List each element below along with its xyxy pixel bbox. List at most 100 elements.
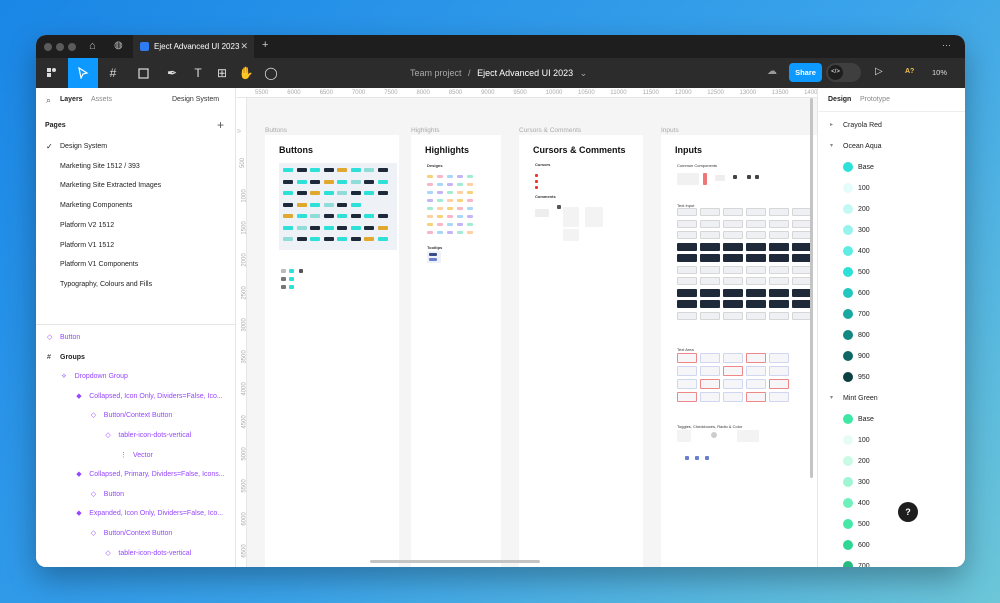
frame-label-cursors[interactable]: Cursors & Comments — [519, 127, 581, 134]
pen-tool-icon[interactable]: ✒ — [161, 58, 183, 88]
help-button[interactable]: ? — [898, 502, 918, 522]
rectangle-tool-icon[interactable] — [132, 58, 154, 88]
page-item[interactable]: Marketing Site 1512 / 393 — [36, 157, 235, 177]
color-style-item[interactable]: Base — [818, 157, 965, 178]
color-style-item[interactable]: 200 — [818, 451, 965, 472]
tab-layers[interactable]: Layers — [60, 96, 83, 103]
zoom-level[interactable]: 10% — [932, 68, 947, 77]
layer-item[interactable]: ◆ Collapsed, Primary, Dividers=False, Ico… — [36, 465, 235, 485]
frame-buttons[interactable]: Buttons — [265, 135, 399, 567]
color-style-item[interactable]: 400 — [818, 493, 965, 514]
frame-highlights[interactable]: Highlights Designs Tooltips — [411, 135, 501, 567]
present-icon[interactable]: ▷ — [875, 66, 883, 77]
color-style-item[interactable]: 500 — [818, 262, 965, 283]
layer-item[interactable]: ⋮ Vector — [36, 446, 235, 466]
frame-label-highlights[interactable]: Highlights — [411, 127, 440, 134]
page-item[interactable]: ✓ Design System — [36, 137, 235, 157]
globe-icon[interactable]: ◍ — [114, 40, 123, 51]
ai-icon[interactable]: A? — [905, 68, 914, 75]
color-style-item[interactable]: Base — [818, 409, 965, 430]
page-item[interactable]: Typography, Colours and Fills — [36, 275, 235, 295]
layer-item[interactable]: ◆ Expanded, Icon Only, Dividers=False, Ic… — [36, 504, 235, 524]
tab-prototype[interactable]: Prototype — [860, 96, 890, 103]
highlight-thumbnail — [447, 215, 453, 218]
color-style-item[interactable]: 600 — [818, 283, 965, 304]
ruler-tick-label: 13000 — [739, 90, 757, 96]
horizontal-scrollbar[interactable] — [370, 560, 540, 563]
text-input-thumbnail — [700, 242, 720, 251]
layer-item[interactable]: ◇ Button — [36, 485, 235, 505]
move-tool-icon[interactable] — [68, 58, 98, 88]
file-tab[interactable]: Eject Advanced UI 2023 ✕ — [133, 35, 254, 58]
page-item[interactable]: Platform V1 1512 — [36, 236, 235, 256]
layer-item[interactable]: ◇ Button — [36, 328, 235, 348]
color-style-item[interactable]: 100 — [818, 430, 965, 451]
color-style-item[interactable]: 500 — [818, 514, 965, 535]
color-swatch — [843, 330, 853, 340]
close-tab-icon[interactable]: ✕ — [240, 35, 248, 58]
hand-tool-icon[interactable]: ✋ — [235, 58, 257, 88]
home-icon[interactable]: ⌂ — [89, 40, 96, 52]
share-button[interactable]: Share — [789, 63, 822, 82]
layer-item[interactable]: # Groups — [36, 348, 235, 368]
layer-item[interactable]: ◇ tabler-icon-dots-vertical — [36, 544, 235, 564]
color-style-item[interactable]: 300 — [818, 220, 965, 241]
tab-design[interactable]: Design — [828, 96, 851, 103]
frame-cursors-comments[interactable]: Cursors & Comments Cursors Comments — [519, 135, 643, 567]
project-link[interactable]: Team project — [410, 68, 462, 78]
layer-item[interactable]: ⟡ Dropdown Group — [36, 367, 235, 387]
button-thumbnail — [323, 237, 334, 241]
color-style-item[interactable]: 600 — [818, 535, 965, 556]
comment-tool-icon[interactable]: ◯ — [260, 58, 282, 88]
color-style-item[interactable]: 700 — [818, 556, 965, 567]
canvas[interactable]: 5500 6000 6500 7000 7500 8000 8500 9000 9500 1000… — [237, 88, 817, 567]
ruler-tick-label: 9000 — [481, 90, 495, 96]
page-item[interactable]: Platform V1 Components — [36, 255, 235, 275]
layer-item[interactable]: ◆ Collapsed, Icon Only, Dividers=False, I… — [36, 387, 235, 407]
more-icon[interactable]: ··· — [942, 40, 951, 50]
page-item[interactable]: Marketing Site Extracted Images — [36, 176, 235, 196]
color-style-item[interactable]: 800 — [818, 325, 965, 346]
layer-item[interactable]: ◇ Button/Context Button — [36, 524, 235, 544]
vertical-scrollbar[interactable] — [810, 98, 813, 478]
color-group-header[interactable]: ▾ Ocean Aqua — [818, 136, 965, 157]
file-name[interactable]: Eject Advanced UI 2023 — [477, 68, 573, 78]
page-item[interactable]: Marketing Components — [36, 196, 235, 216]
color-group-header[interactable]: ▸ Crayola Red — [818, 115, 965, 136]
page-item[interactable]: Platform V2 1512 — [36, 216, 235, 236]
add-page-button[interactable]: + — [217, 118, 224, 132]
frame-label-inputs[interactable]: Inputs — [661, 127, 679, 134]
frame-label-buttons[interactable]: Buttons — [265, 127, 287, 134]
window-close-dot[interactable] — [44, 43, 52, 51]
window-zoom-dot[interactable] — [68, 43, 76, 51]
button-thumbnail — [337, 202, 347, 207]
color-style-label: 200 — [858, 458, 870, 465]
text-tool-icon[interactable]: T — [187, 58, 209, 88]
color-style-item[interactable]: 100 — [818, 178, 965, 199]
dev-mode-toggle[interactable]: </> — [826, 63, 861, 82]
chevron-down-icon[interactable]: ⌄ — [580, 68, 588, 78]
color-style-item[interactable]: 900 — [818, 346, 965, 367]
layer-item[interactable]: ◇ tabler-icon-dots-vertical — [36, 426, 235, 446]
frame-tool-icon[interactable]: # — [102, 58, 124, 88]
ruler-tick-label: 10500 — [578, 90, 595, 96]
color-style-item[interactable]: 400 — [818, 241, 965, 262]
color-style-item[interactable]: 200 — [818, 199, 965, 220]
page-selector[interactable]: Design System — [172, 96, 219, 103]
tab-assets[interactable]: Assets — [91, 96, 112, 103]
search-icon[interactable]: ⌕ — [46, 95, 51, 106]
color-style-item[interactable]: 700 — [818, 304, 965, 325]
color-style-item[interactable]: 950 — [818, 367, 965, 388]
highlight-thumbnail — [467, 215, 473, 218]
main-menu-icon[interactable] — [40, 58, 64, 88]
layer-type-icon: ◇ — [90, 530, 97, 537]
window-minimize-dot[interactable] — [56, 43, 64, 51]
color-style-item[interactable]: 300 — [818, 472, 965, 493]
text-input-thumbnail — [769, 231, 789, 239]
new-tab-button[interactable]: + — [262, 39, 268, 51]
layer-item[interactable]: ◇ Button/Context Button — [36, 406, 235, 426]
layer-item[interactable]: ◇ Dropdown/Menu — [36, 563, 235, 567]
frame-inputs[interactable]: Inputs Common Components Text Input Text… — [661, 135, 817, 567]
resources-tool-icon[interactable]: ⊞ — [211, 58, 233, 88]
color-group-header[interactable]: ▾ Mint Green — [818, 388, 965, 409]
